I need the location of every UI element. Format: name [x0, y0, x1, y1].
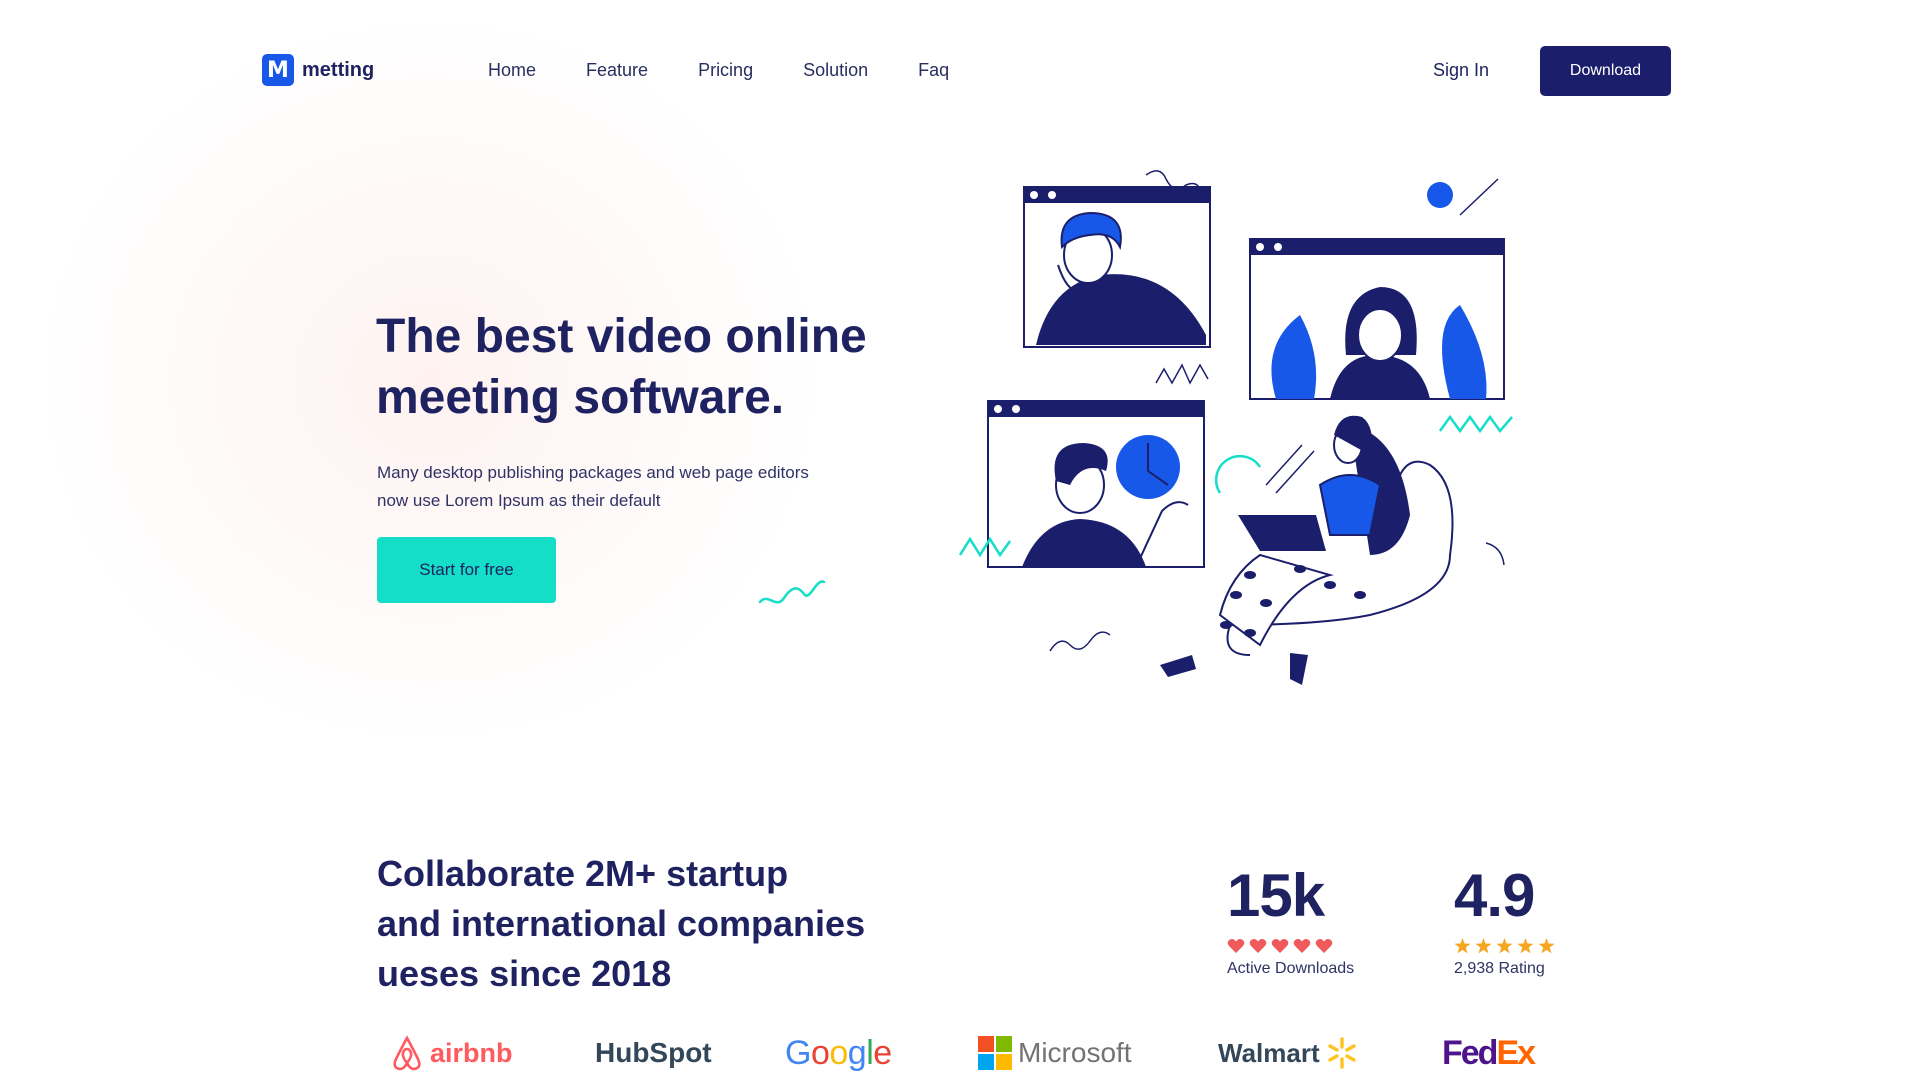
video-window-1: [1023, 186, 1211, 348]
squiggle-decoration-icon: [758, 580, 826, 604]
collaborate-line-1: Collaborate 2M+ startup: [377, 853, 789, 894]
google-letter: o: [810, 1033, 830, 1072]
star-icon: [1475, 938, 1492, 954]
walmart-spark-icon: [1327, 1037, 1356, 1069]
star-icon: [1496, 938, 1513, 954]
nav-item-home[interactable]: Home: [488, 60, 536, 81]
nav-item-feature[interactable]: Feature: [586, 60, 648, 81]
nav-item-solution[interactable]: Solution: [803, 60, 868, 81]
stars-row: [1454, 938, 1555, 954]
fedex-logo: FedEx: [1442, 1030, 1536, 1076]
google-letter: e: [873, 1033, 892, 1072]
google-letters: Google: [785, 1034, 892, 1072]
star-icon: [1517, 938, 1534, 954]
fedex-wordmark: FedEx: [1442, 1033, 1536, 1073]
brand-logo[interactable]: M metting: [262, 54, 374, 86]
video-meeting-illustration: [958, 170, 1513, 685]
hero-subtitle-line-1: Many desktop publishing packages and web…: [377, 463, 809, 482]
video-window-2: [1249, 238, 1505, 400]
microsoft-logo: Microsoft: [978, 1030, 1132, 1076]
hero-title-line-2: meeting software.: [376, 371, 785, 424]
hero-title-line-1: The best video online: [376, 310, 867, 363]
hearts-row: [1227, 938, 1354, 954]
fedex-ex: Ex: [1496, 1033, 1536, 1072]
partner-logos: airbnb HubSpot Google Microsoft Walmart: [390, 1030, 1540, 1076]
airbnb-wordmark: airbnb: [430, 1037, 513, 1068]
download-button[interactable]: Download: [1540, 46, 1671, 96]
collaborate-heading: Collaborate 2M+ startup and internationa…: [377, 849, 937, 999]
rating-label: 2,938 Rating: [1454, 960, 1545, 977]
hero-subtitle: Many desktop publishing packages and web…: [377, 459, 897, 515]
airbnb-icon: [393, 1035, 421, 1071]
rating-value: 4.9: [1454, 862, 1535, 929]
video-window-3: [987, 400, 1205, 568]
logo-mark-icon: M: [262, 54, 294, 86]
downloads-value: 15k: [1227, 862, 1325, 929]
hero-subtitle-line-2: now use Lorem Ipsum as their default: [377, 491, 661, 510]
heart-icon: [1271, 939, 1289, 953]
start-for-free-button[interactable]: Start for free: [377, 537, 556, 603]
nav-item-pricing[interactable]: Pricing: [698, 60, 753, 81]
collaborate-line-3: ueses since 2018: [377, 953, 672, 994]
stat-rating: 4.9 2,938 Rating: [1454, 866, 1555, 978]
walmart-wordmark: Walmart: [1218, 1037, 1320, 1068]
stat-active-downloads: 15k Active Downloads: [1227, 866, 1354, 978]
heart-icon: [1227, 939, 1245, 953]
heart-icon: [1315, 939, 1333, 953]
microsoft-icon: [978, 1036, 1012, 1070]
nav-item-faq[interactable]: Faq: [918, 60, 949, 81]
collaborate-line-2: and international companies: [377, 903, 866, 944]
google-letter: g: [847, 1033, 867, 1072]
airbnb-logo: airbnb: [390, 1030, 513, 1076]
downloads-label: Active Downloads: [1227, 960, 1355, 977]
heart-icon: [1293, 939, 1311, 953]
sign-in-link[interactable]: Sign In: [1433, 60, 1489, 81]
main-nav: Home Feature Pricing Solution Faq: [488, 60, 999, 81]
google-letter: G: [785, 1033, 811, 1072]
star-icon: [1454, 938, 1471, 954]
google-wordmark: Google: [785, 1034, 892, 1073]
google-logo: Google: [785, 1030, 892, 1076]
hubspot-wordmark: HubSpot: [595, 1037, 712, 1068]
walmart-logo: Walmart: [1218, 1030, 1358, 1076]
brand-name: metting: [302, 58, 375, 81]
star-icon: [1538, 938, 1555, 954]
google-letter: o: [829, 1033, 848, 1072]
fedex-fed: Fed: [1442, 1033, 1498, 1072]
hubspot-logo: HubSpot: [595, 1030, 712, 1076]
heart-icon: [1249, 939, 1267, 953]
hero-title: The best video online meeting software.: [376, 306, 936, 428]
microsoft-wordmark: Microsoft: [1018, 1037, 1132, 1068]
